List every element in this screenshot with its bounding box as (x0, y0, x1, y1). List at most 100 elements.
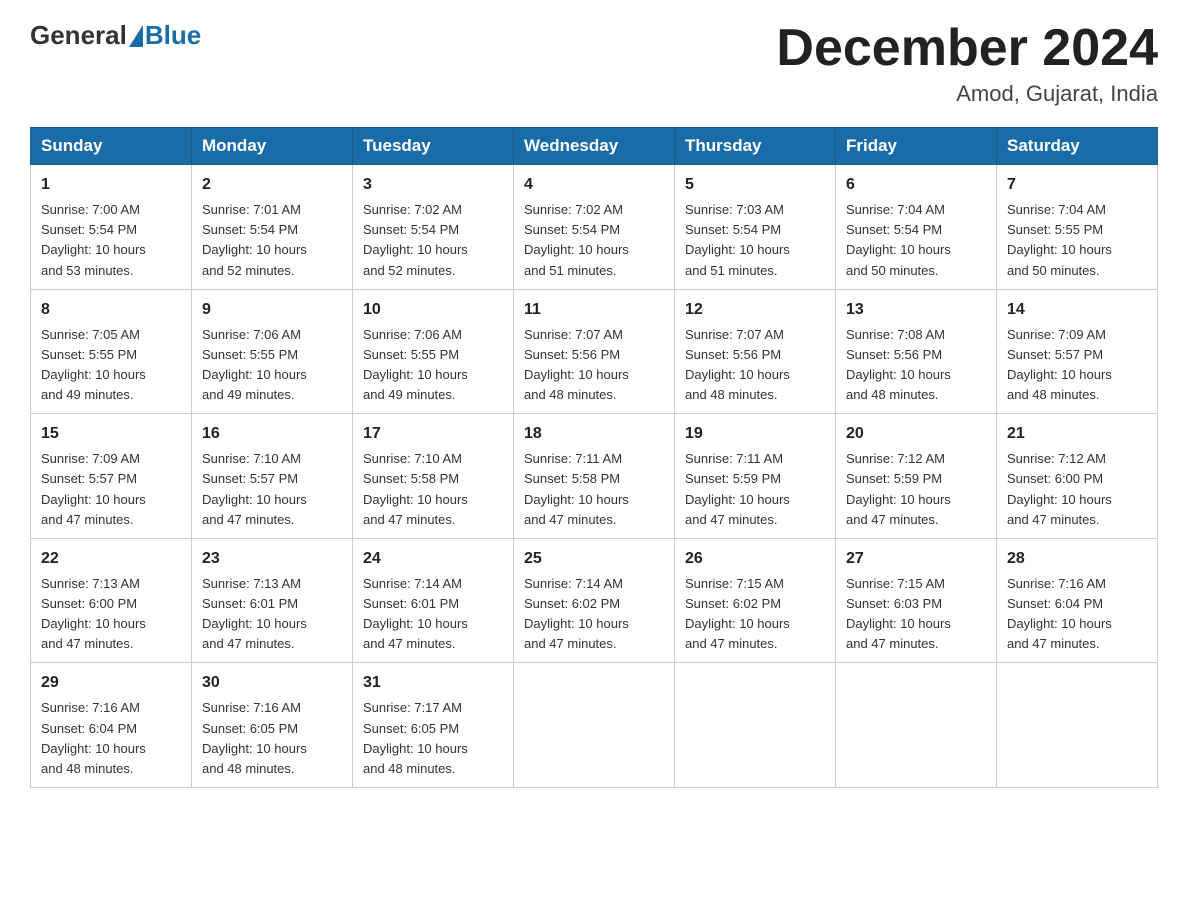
calendar-table: SundayMondayTuesdayWednesdayThursdayFrid… (30, 127, 1158, 788)
day-number: 9 (202, 298, 342, 322)
weekday-header-thursday: Thursday (675, 128, 836, 165)
calendar-cell (514, 663, 675, 788)
calendar-cell: 24 Sunrise: 7:14 AMSunset: 6:01 PMDayligh… (353, 538, 514, 663)
day-number: 18 (524, 422, 664, 446)
calendar-cell: 2 Sunrise: 7:01 AMSunset: 5:54 PMDaylight… (192, 165, 353, 290)
day-number: 19 (685, 422, 825, 446)
day-info: Sunrise: 7:01 AMSunset: 5:54 PMDaylight:… (202, 200, 342, 281)
calendar-cell: 17 Sunrise: 7:10 AMSunset: 5:58 PMDayligh… (353, 414, 514, 539)
calendar-cell: 4 Sunrise: 7:02 AMSunset: 5:54 PMDaylight… (514, 165, 675, 290)
calendar-cell: 6 Sunrise: 7:04 AMSunset: 5:54 PMDaylight… (836, 165, 997, 290)
day-number: 30 (202, 671, 342, 695)
day-number: 26 (685, 547, 825, 571)
day-number: 4 (524, 173, 664, 197)
calendar-week-2: 8Sunrise: 7:05 AMSunset: 5:55 PMDaylight… (31, 289, 1158, 414)
day-info: Sunrise: 7:16 AMSunset: 6:04 PMDaylight:… (1007, 574, 1147, 655)
day-number: 20 (846, 422, 986, 446)
day-info: Sunrise: 7:15 AMSunset: 6:02 PMDaylight:… (685, 574, 825, 655)
day-info: Sunrise: 7:11 AMSunset: 5:58 PMDaylight:… (524, 449, 664, 530)
logo: General Blue (30, 20, 201, 51)
day-info: Sunrise: 7:14 AMSunset: 6:01 PMDaylight:… (363, 574, 503, 655)
calendar-cell (997, 663, 1158, 788)
calendar-cell: 8Sunrise: 7:05 AMSunset: 5:55 PMDaylight… (31, 289, 192, 414)
day-info: Sunrise: 7:02 AMSunset: 5:54 PMDaylight:… (363, 200, 503, 281)
day-number: 24 (363, 547, 503, 571)
day-number: 11 (524, 298, 664, 322)
day-number: 23 (202, 547, 342, 571)
weekday-header-wednesday: Wednesday (514, 128, 675, 165)
page-header: General Blue December 2024 Amod, Gujarat… (30, 20, 1158, 107)
calendar-cell: 18 Sunrise: 7:11 AMSunset: 5:58 PMDayligh… (514, 414, 675, 539)
day-info: Sunrise: 7:08 AMSunset: 5:56 PMDaylight:… (846, 325, 986, 406)
calendar-cell: 22Sunrise: 7:13 AMSunset: 6:00 PMDayligh… (31, 538, 192, 663)
calendar-cell: 5Sunrise: 7:03 AMSunset: 5:54 PMDaylight… (675, 165, 836, 290)
day-number: 6 (846, 173, 986, 197)
calendar-cell: 19Sunrise: 7:11 AMSunset: 5:59 PMDayligh… (675, 414, 836, 539)
calendar-week-3: 15 Sunrise: 7:09 AMSunset: 5:57 PMDayligh… (31, 414, 1158, 539)
calendar-cell: 16 Sunrise: 7:10 AMSunset: 5:57 PMDayligh… (192, 414, 353, 539)
calendar-week-1: 1Sunrise: 7:00 AMSunset: 5:54 PMDaylight… (31, 165, 1158, 290)
day-number: 16 (202, 422, 342, 446)
calendar-cell: 21 Sunrise: 7:12 AMSunset: 6:00 PMDayligh… (997, 414, 1158, 539)
day-number: 25 (524, 547, 664, 571)
day-number: 29 (41, 671, 181, 695)
day-number: 3 (363, 173, 503, 197)
day-info: Sunrise: 7:10 AMSunset: 5:58 PMDaylight:… (363, 449, 503, 530)
calendar-cell: 11Sunrise: 7:07 AMSunset: 5:56 PMDayligh… (514, 289, 675, 414)
calendar-cell: 7Sunrise: 7:04 AMSunset: 5:55 PMDaylight… (997, 165, 1158, 290)
day-info: Sunrise: 7:07 AMSunset: 5:56 PMDaylight:… (685, 325, 825, 406)
day-number: 2 (202, 173, 342, 197)
day-info: Sunrise: 7:12 AMSunset: 6:00 PMDaylight:… (1007, 449, 1147, 530)
calendar-week-5: 29Sunrise: 7:16 AMSunset: 6:04 PMDayligh… (31, 663, 1158, 788)
day-number: 28 (1007, 547, 1147, 571)
day-info: Sunrise: 7:13 AMSunset: 6:01 PMDaylight:… (202, 574, 342, 655)
calendar-cell: 3 Sunrise: 7:02 AMSunset: 5:54 PMDaylight… (353, 165, 514, 290)
day-info: Sunrise: 7:06 AMSunset: 5:55 PMDaylight:… (202, 325, 342, 406)
weekday-header-monday: Monday (192, 128, 353, 165)
weekday-header-saturday: Saturday (997, 128, 1158, 165)
day-number: 22 (41, 547, 181, 571)
calendar-cell: 23 Sunrise: 7:13 AMSunset: 6:01 PMDayligh… (192, 538, 353, 663)
day-info: Sunrise: 7:06 AMSunset: 5:55 PMDaylight:… (363, 325, 503, 406)
day-number: 21 (1007, 422, 1147, 446)
calendar-week-4: 22Sunrise: 7:13 AMSunset: 6:00 PMDayligh… (31, 538, 1158, 663)
weekday-header-friday: Friday (836, 128, 997, 165)
logo-triangle-icon (129, 25, 143, 47)
day-number: 10 (363, 298, 503, 322)
day-info: Sunrise: 7:16 AMSunset: 6:05 PMDaylight:… (202, 698, 342, 779)
calendar-cell (836, 663, 997, 788)
weekday-header-sunday: Sunday (31, 128, 192, 165)
day-info: Sunrise: 7:00 AMSunset: 5:54 PMDaylight:… (41, 200, 181, 281)
calendar-cell: 10 Sunrise: 7:06 AMSunset: 5:55 PMDayligh… (353, 289, 514, 414)
day-info: Sunrise: 7:10 AMSunset: 5:57 PMDaylight:… (202, 449, 342, 530)
logo-general-text: General (30, 20, 127, 51)
calendar-cell (675, 663, 836, 788)
calendar-cell: 26 Sunrise: 7:15 AMSunset: 6:02 PMDayligh… (675, 538, 836, 663)
month-title: December 2024 (776, 20, 1158, 77)
calendar-cell: 13 Sunrise: 7:08 AMSunset: 5:56 PMDayligh… (836, 289, 997, 414)
day-info: Sunrise: 7:12 AMSunset: 5:59 PMDaylight:… (846, 449, 986, 530)
day-number: 14 (1007, 298, 1147, 322)
calendar-cell: 1Sunrise: 7:00 AMSunset: 5:54 PMDaylight… (31, 165, 192, 290)
day-number: 13 (846, 298, 986, 322)
day-info: Sunrise: 7:04 AMSunset: 5:55 PMDaylight:… (1007, 200, 1147, 281)
day-info: Sunrise: 7:04 AMSunset: 5:54 PMDaylight:… (846, 200, 986, 281)
day-number: 31 (363, 671, 503, 695)
title-section: December 2024 Amod, Gujarat, India (776, 20, 1158, 107)
day-number: 15 (41, 422, 181, 446)
calendar-cell: 15 Sunrise: 7:09 AMSunset: 5:57 PMDayligh… (31, 414, 192, 539)
day-info: Sunrise: 7:02 AMSunset: 5:54 PMDaylight:… (524, 200, 664, 281)
calendar-cell: 28 Sunrise: 7:16 AMSunset: 6:04 PMDayligh… (997, 538, 1158, 663)
calendar-cell: 12Sunrise: 7:07 AMSunset: 5:56 PMDayligh… (675, 289, 836, 414)
day-info: Sunrise: 7:17 AMSunset: 6:05 PMDaylight:… (363, 698, 503, 779)
calendar-cell: 31 Sunrise: 7:17 AMSunset: 6:05 PMDayligh… (353, 663, 514, 788)
day-number: 5 (685, 173, 825, 197)
day-info: Sunrise: 7:15 AMSunset: 6:03 PMDaylight:… (846, 574, 986, 655)
weekday-header-tuesday: Tuesday (353, 128, 514, 165)
calendar-cell: 30 Sunrise: 7:16 AMSunset: 6:05 PMDayligh… (192, 663, 353, 788)
day-number: 17 (363, 422, 503, 446)
day-info: Sunrise: 7:09 AMSunset: 5:57 PMDaylight:… (41, 449, 181, 530)
calendar-cell: 25Sunrise: 7:14 AMSunset: 6:02 PMDayligh… (514, 538, 675, 663)
location-subtitle: Amod, Gujarat, India (776, 81, 1158, 107)
calendar-cell: 9 Sunrise: 7:06 AMSunset: 5:55 PMDaylight… (192, 289, 353, 414)
